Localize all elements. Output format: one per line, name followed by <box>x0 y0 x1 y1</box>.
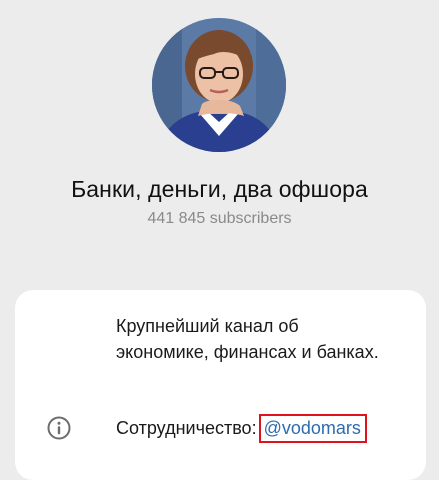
info-circle-icon <box>47 416 71 440</box>
channel-info-card: Крупнейший канал об экономике, финансах … <box>15 290 426 480</box>
contact-line: Сотрудничество: @vodomars <box>116 414 367 443</box>
channel-description: Крупнейший канал об экономике, финансах … <box>116 316 379 362</box>
subscriber-count: 441 845 subscribers <box>147 210 292 227</box>
channel-avatar[interactable] <box>152 18 286 152</box>
channel-header: Банки, деньги, два офшора 441 845 subscr… <box>0 0 439 290</box>
avatar-image <box>152 18 286 152</box>
contact-label: Сотрудничество: <box>116 418 257 438</box>
contact-handle-link[interactable]: @vodomars <box>258 414 367 443</box>
channel-title: Банки, деньги, два офшора <box>71 176 368 202</box>
